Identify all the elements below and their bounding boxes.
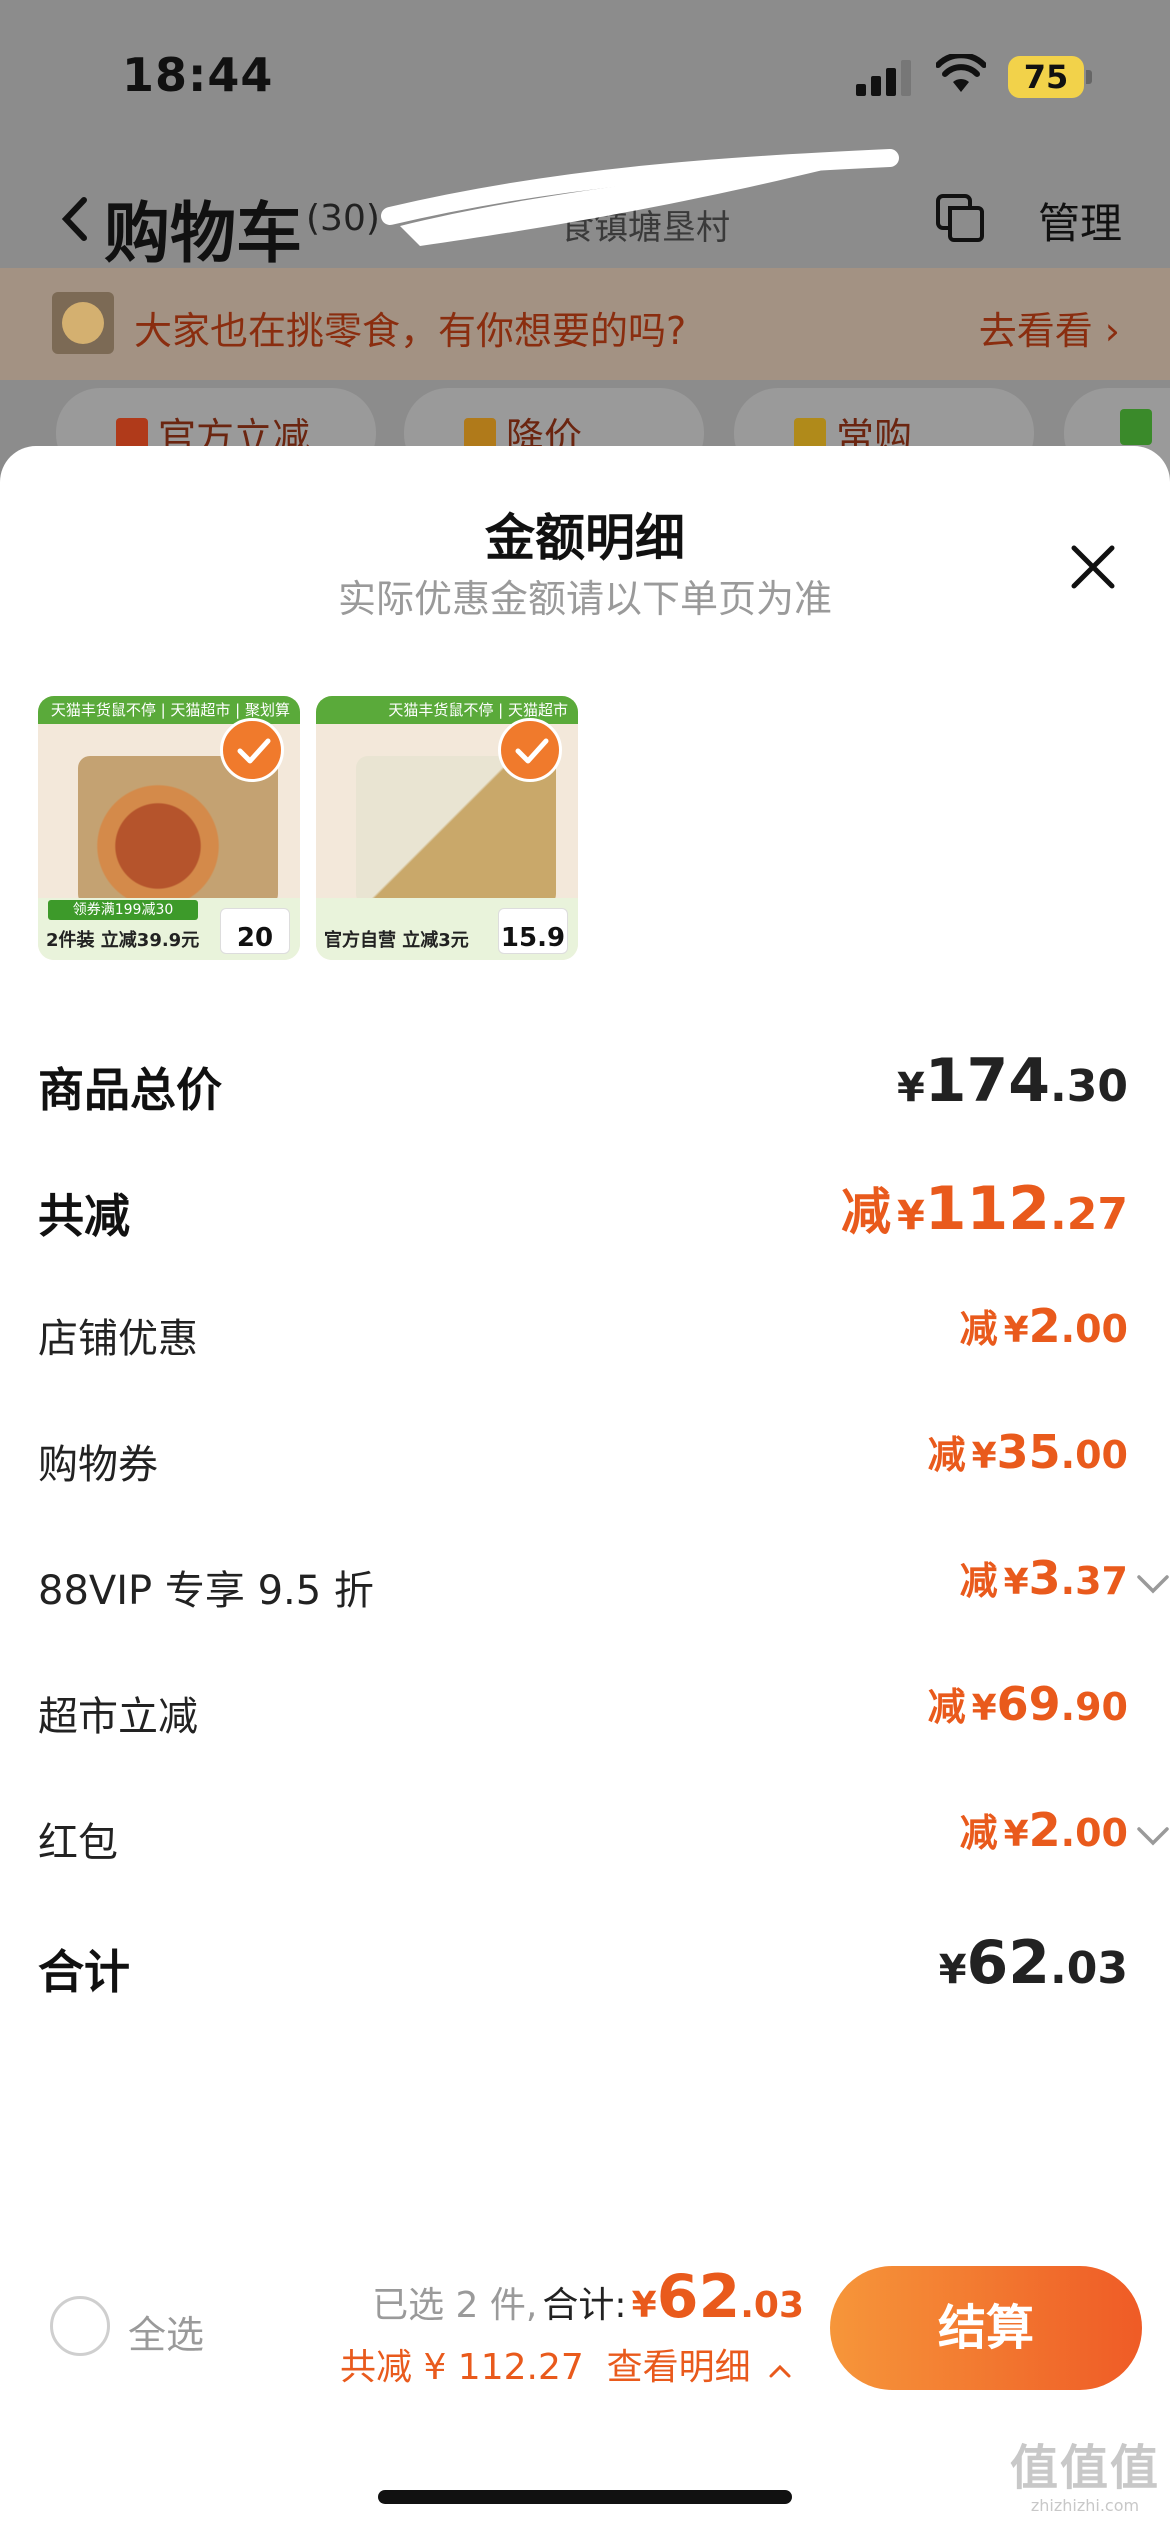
nav-bar: 购物车 (30) 食镇塘垦村 管理 [0,149,1170,272]
background-page: 18:44 75 购物车 (30) 食镇塘垦村 管理 大家也在挑零食，有你想要的… [0,0,1170,478]
coupon-badge: 领券满199减30 [48,900,198,920]
battery-indicator: 75 [1008,56,1084,98]
row-goods-total: 商品总价 ¥174.30 [38,1046,1128,1126]
close-icon[interactable] [1068,542,1118,592]
row-grand-total: 合计 ¥62.03 [38,1928,1128,2008]
row-label: 商品总价 [38,1063,222,1117]
row-label: 共减 [38,1189,130,1243]
watermark-logo: 值值值 [1010,2440,1161,2496]
selected-count: 已选 2 件, [372,2285,538,2326]
banner-link[interactable]: 去看看 › [979,300,1120,355]
row-label: 店铺优惠 [38,1316,198,1362]
row-value: 减 ¥2.00 [959,1299,1128,1353]
sheet-title: 金额明细 [485,509,685,567]
cart-count: (30) [306,198,380,239]
page-title: 购物车 [104,195,302,272]
manage-button[interactable]: 管理 [1038,190,1122,251]
product-card[interactable]: 天猫丰货鼠不停 | 天猫超市 | 聚划算 领券满199减30 2件装 立减39.… [38,696,300,960]
discount-summary[interactable]: 共减 ¥ 112.27 查看明细 [340,2338,792,2390]
row-label: 88VIP 专享 9.5 折 [38,1568,374,1614]
row-value: ¥174.30 [896,1046,1128,1116]
row-label: 合计 [38,1945,130,1999]
product-promo-label: 2件装 立减39.9元 [46,930,200,951]
product-price: 20 [220,908,290,954]
banner-text: 大家也在挑零食，有你想要的吗? [134,309,687,353]
status-bar: 18:44 75 [0,0,1170,150]
amount-detail-sheet: 金额明细 实际优惠金额请以下单页为准 天猫丰货鼠不停 | 天猫超市 | 聚划算 … [0,446,1170,2532]
row-value: 减 ¥69.90 [927,1677,1128,1731]
row-value: 减 ¥2.00 [959,1803,1128,1857]
saved-amount: 共减 ¥ 112.27 [340,2347,584,2388]
checked-icon[interactable] [220,718,284,782]
select-all-label[interactable]: 全选 [128,2304,204,2359]
total-int: 62 [656,2262,741,2332]
view-detail-link[interactable]: 查看明细 [607,2347,751,2388]
signal-icon [856,60,916,96]
row-88vip-discount[interactable]: 88VIP 专享 9.5 折 减 ¥3.37 [38,1550,1169,1630]
product-card[interactable]: 天猫丰货鼠不停 | 天猫超市 官方自营 立减3元 15.9 [316,696,578,960]
row-value: 减 ¥3.37 [959,1551,1128,1605]
total-dec: .03 [740,2285,804,2326]
chevron-down-icon[interactable] [1136,1824,1170,1848]
row-label: 购物券 [38,1442,158,1488]
row-store-discount: 店铺优惠 减 ¥2.00 [38,1298,1128,1378]
checkout-button[interactable]: 结算 [830,2266,1142,2390]
wifi-icon [936,54,986,92]
redaction-scribble [381,149,899,246]
chevron-up-icon[interactable] [768,2363,792,2379]
status-time: 18:44 [122,48,274,102]
product-price: 15.9 [498,908,568,954]
total-label: 合计: [542,2285,627,2326]
total-currency: ¥ [631,2285,657,2326]
watermark: 值值值 zhizhizhi.com [1010,2440,1160,2515]
row-red-packet[interactable]: 红包 减 ¥2.00 [38,1802,1169,1882]
select-all-radio[interactable] [50,2296,110,2356]
watermark-url: zhizhizhi.com [1030,2496,1140,2515]
copy-icon[interactable] [934,192,986,244]
row-label: 超市立减 [38,1694,198,1740]
back-icon[interactable] [56,194,96,244]
row-value: 减 ¥35.00 [927,1425,1128,1479]
battery-tip [1086,70,1092,84]
recommend-banner[interactable]: 大家也在挑零食，有你想要的吗? 去看看 › [0,268,1170,380]
row-label: 红包 [38,1820,118,1866]
row-value: 减 ¥112.27 [840,1174,1128,1244]
sheet-subtitle: 实际优惠金额请以下单页为准 [337,577,832,621]
row-value: ¥62.03 [938,1928,1128,1998]
row-shopping-coupon: 购物券 减 ¥35.00 [38,1424,1128,1504]
row-supermarket-discount: 超市立减 减 ¥69.90 [38,1676,1128,1756]
chevron-down-icon[interactable] [1136,1572,1170,1596]
checkout-summary: 已选 2 件, 合计: ¥62.03 [372,2262,804,2332]
product-promo-label: 官方自营 立减3元 [324,930,469,951]
home-indicator [378,2490,792,2504]
row-total-discount: 共减 减 ¥112.27 [38,1172,1128,1252]
checked-icon[interactable] [498,718,562,782]
banner-thumbnail [52,292,114,354]
